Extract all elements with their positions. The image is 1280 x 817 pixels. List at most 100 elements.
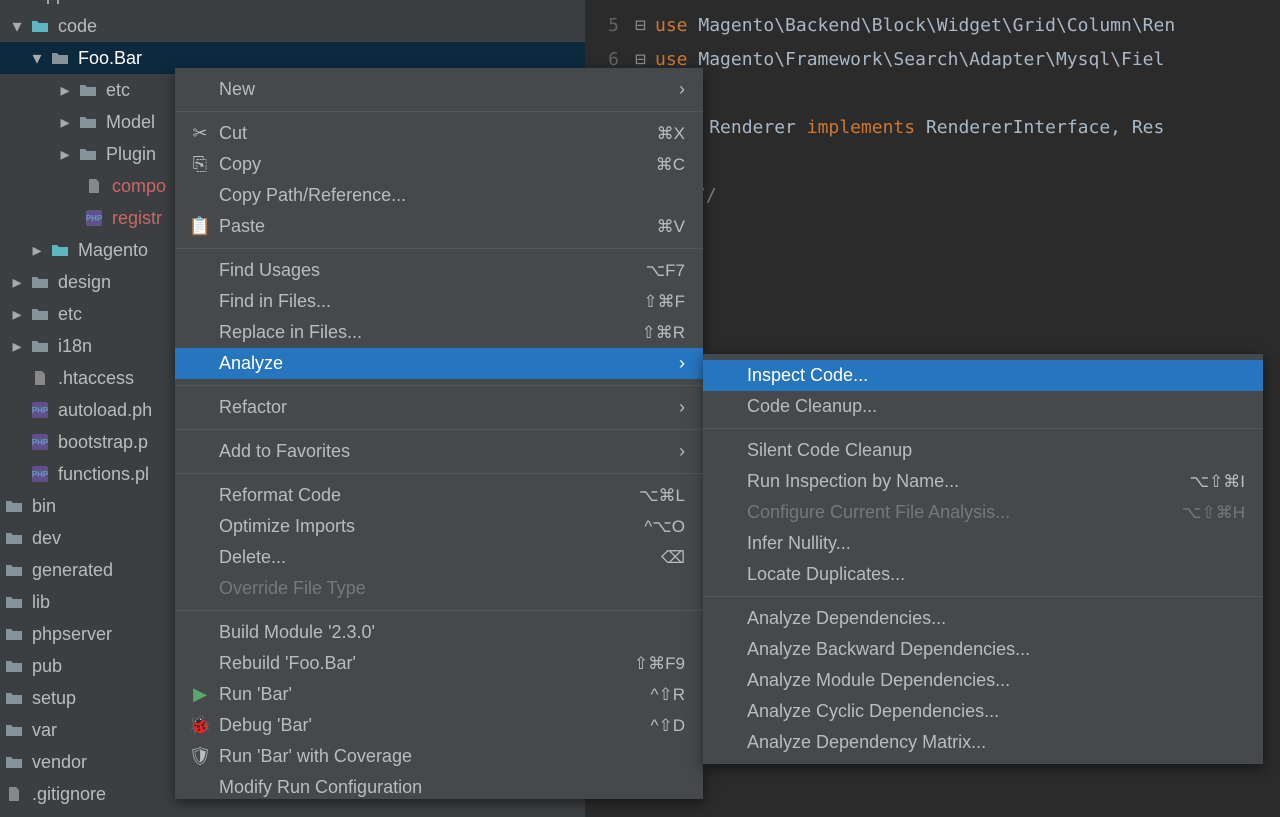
tree-item-app[interactable]: app [0,0,585,10]
folder-icon [8,0,28,4]
chevron-right-icon: ▸ [56,113,74,131]
menu-item-reformat[interactable]: Reformat Code ⌥⌘L [175,480,703,511]
label: lib [32,592,50,613]
folder-icon [4,688,24,708]
menu-item-build-module[interactable]: Build Module '2.3.0' [175,617,703,648]
menu-item-cut[interactable]: ✂ Cut ⌘X [175,118,703,149]
folder-icon [78,80,98,100]
submenu-infer-nullity[interactable]: Infer Nullity... [703,528,1263,559]
chevron-down-icon: ▾ [8,17,26,35]
menu-item-replace-files[interactable]: Replace in Files... ⇧⌘R [175,317,703,348]
chevron-right-icon: ▸ [56,145,74,163]
menu-separator [175,248,703,249]
fold-marker-icon[interactable]: ⊟ [635,49,655,70]
label: var [32,720,57,741]
menu-item-find-files[interactable]: Find in Files... ⇧⌘F [175,286,703,317]
submenu-analyze-matrix[interactable]: Analyze Dependency Matrix... [703,727,1263,758]
label: dev [32,528,61,549]
label: Foo.Bar [78,48,142,69]
submenu-inspection-by-name[interactable]: Run Inspection by Name... ⌥⇧⌘I [703,466,1263,497]
folder-icon [4,624,24,644]
menu-item-optimize-imports[interactable]: Optimize Imports ^⌥O [175,511,703,542]
folder-icon [78,112,98,132]
menu-separator [175,610,703,611]
label: etc [106,80,130,101]
label: registr [112,208,162,229]
menu-item-paste[interactable]: 📋 Paste ⌘V [175,211,703,242]
folder-icon [4,528,24,548]
folder-icon [30,336,50,356]
menu-separator [703,428,1263,429]
shield-icon: 🛡 [187,746,213,767]
label: autoload.ph [58,400,152,421]
submenu-silent-cleanup[interactable]: Silent Code Cleanup [703,435,1263,466]
menu-item-analyze[interactable]: Analyze › [175,348,703,379]
label: Model [106,112,155,133]
chevron-right-icon: ▸ [28,241,46,259]
submenu-analyze-module-deps[interactable]: Analyze Module Dependencies... [703,665,1263,696]
folder-icon [4,560,24,580]
submenu-analyze-cyclic-deps[interactable]: Analyze Cyclic Dependencies... [703,696,1263,727]
label: .htaccess [58,368,134,389]
copy-icon: ⎘ [187,154,213,175]
label: phpserver [32,624,112,645]
folder-icon [4,752,24,772]
menu-item-debug[interactable]: 🐞 Debug 'Bar' ^⇧D [175,710,703,741]
submenu-configure-analysis: Configure Current File Analysis... ⌥⇧⌘H [703,497,1263,528]
php-file-icon: PHP [30,432,50,452]
cut-icon: ✂ [187,123,213,144]
label: setup [32,688,76,709]
submenu-analyze-backward-deps[interactable]: Analyze Backward Dependencies... [703,634,1263,665]
chevron-right-icon: ▸ [8,305,26,323]
menu-separator [175,473,703,474]
php-file-icon: PHP [30,464,50,484]
folder-icon [4,496,24,516]
menu-item-coverage[interactable]: 🛡 Run 'Bar' with Coverage [175,741,703,772]
chevron-right-icon: › [679,353,685,374]
chevron-right-icon: ▸ [8,337,26,355]
folder-icon [30,304,50,324]
menu-item-delete[interactable]: Delete... ⌫ [175,542,703,573]
menu-item-refactor[interactable]: Refactor › [175,392,703,423]
submenu-locate-duplicates[interactable]: Locate Duplicates... [703,559,1263,590]
submenu-analyze-deps[interactable]: Analyze Dependencies... [703,603,1263,634]
chevron-right-icon: › [679,79,685,100]
play-icon: ▶ [187,684,213,705]
menu-separator [175,429,703,430]
label: etc [58,304,82,325]
menu-item-find-usages[interactable]: Find Usages ⌥F7 [175,255,703,286]
line-number: 6 [585,49,635,70]
menu-separator [175,111,703,112]
submenu-code-cleanup[interactable]: Code Cleanup... [703,391,1263,422]
label: i18n [58,336,92,357]
folder-icon [78,144,98,164]
menu-separator [175,385,703,386]
analyze-submenu: Inspect Code... Code Cleanup... Silent C… [703,354,1263,764]
submenu-inspect-code[interactable]: Inspect Code... [703,360,1263,391]
menu-item-copy-path[interactable]: Copy Path/Reference... [175,180,703,211]
folder-icon [50,240,70,260]
menu-item-new[interactable]: New › [175,74,703,105]
folder-icon [4,592,24,612]
label: Plugin [106,144,156,165]
label: vendor [32,752,87,773]
menu-item-rebuild[interactable]: Rebuild 'Foo.Bar' ⇧⌘F9 [175,648,703,679]
menu-item-modify-config[interactable]: Modify Run Configuration [175,772,703,803]
menu-item-run[interactable]: ▶ Run 'Bar' ^⇧R [175,679,703,710]
menu-item-add-favorites[interactable]: Add to Favorites › [175,436,703,467]
label: compo [112,176,166,197]
menu-separator [703,596,1263,597]
label: .gitignore [32,784,106,805]
label: code [58,16,97,37]
folder-icon [4,656,24,676]
tree-item-code[interactable]: ▾ code [0,10,585,42]
paste-icon: 📋 [187,216,213,237]
label: pub [32,656,62,677]
chevron-down-icon: ▾ [28,49,46,67]
folder-icon [50,48,70,68]
line-number: 5 [585,15,635,36]
fold-marker-icon[interactable]: ⊟ [635,15,655,36]
menu-item-copy[interactable]: ⎘ Copy ⌘C [175,149,703,180]
label: app [36,0,66,5]
editor-line-5[interactable]: 5 ⊟ use Magento\Backend\Block\Widget\Gri… [585,8,1280,42]
